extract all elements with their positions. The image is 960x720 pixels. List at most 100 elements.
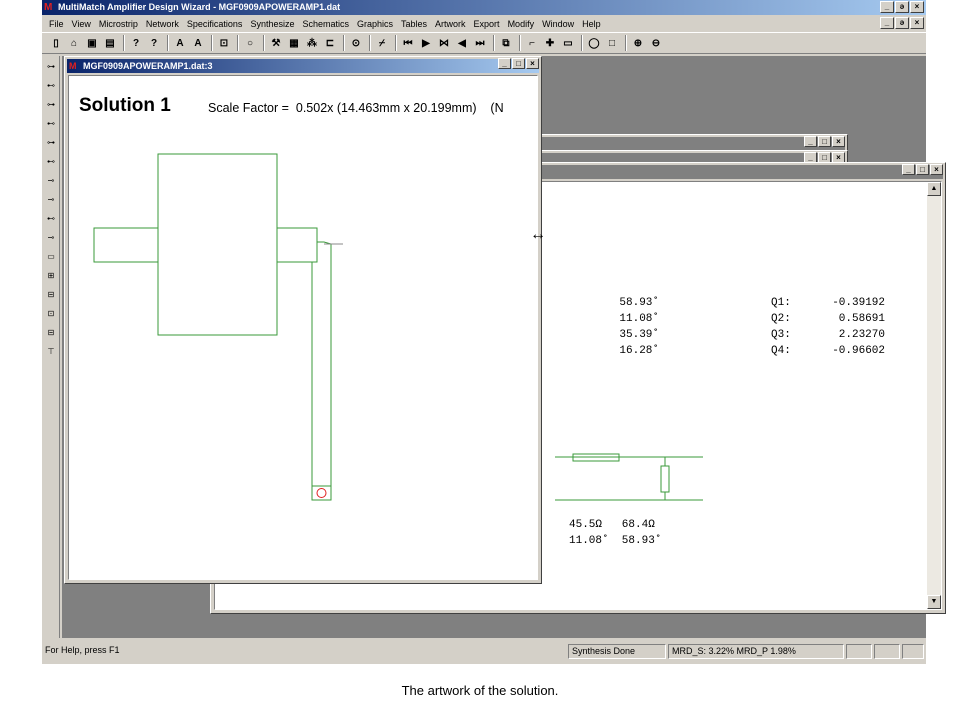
plus-icon[interactable]: ✚ — [542, 35, 558, 51]
bg1-close-button[interactable]: × — [832, 136, 845, 147]
grid-icon[interactable]: ▦ — [286, 35, 302, 51]
stub-c-icon[interactable]: ⊶ — [44, 97, 58, 111]
layout-icon[interactable]: ⊏ — [322, 35, 338, 51]
context-help-icon[interactable]: ? — [146, 35, 162, 51]
stub-b-icon[interactable]: ⊷ — [44, 78, 58, 92]
transistor-pad — [157, 153, 278, 336]
text-a-icon[interactable]: A — [172, 35, 188, 51]
mdi-client-area: _ □ × _ □ × _ □ × 58.93˚ 11.08˚ 35.39˚ 1… — [62, 56, 946, 638]
open-folder-icon[interactable]: ⌂ — [66, 35, 82, 51]
menu-microstrip[interactable]: Microstrip — [95, 19, 142, 29]
results-close-button[interactable]: × — [930, 164, 943, 175]
help-icon[interactable]: ? — [128, 35, 144, 51]
bg1-minimize-button[interactable]: _ — [804, 136, 817, 147]
menu-window[interactable]: Window — [538, 19, 578, 29]
menu-specifications[interactable]: Specifications — [183, 19, 247, 29]
box-dot-icon[interactable]: ⊡ — [44, 306, 58, 320]
menu-graphics[interactable]: Graphics — [353, 19, 397, 29]
stub-d-icon[interactable]: ⊷ — [44, 116, 58, 130]
box-b-icon[interactable]: ⊟ — [44, 325, 58, 339]
artwork-canvas: Solution 1 Scale Factor = 0.502x (14.463… — [68, 75, 538, 580]
menu-export[interactable]: Export — [470, 19, 504, 29]
status-panel-empty — [874, 643, 900, 659]
menu-network[interactable]: Network — [142, 19, 183, 29]
line-icon[interactable]: ⊸ — [44, 173, 58, 187]
app-restore-button[interactable]: ǝ — [895, 1, 909, 13]
tools-icon[interactable]: ⚒ — [268, 35, 284, 51]
fit-icon[interactable]: ⊡ — [216, 35, 232, 51]
circle-icon[interactable]: ○ — [242, 35, 258, 51]
bg1-maximize-button[interactable]: □ — [818, 136, 831, 147]
q-label: Q3: — [771, 329, 791, 341]
menu-view[interactable]: View — [68, 19, 95, 29]
results-vertical-scrollbar[interactable]: ▲ ▼ — [927, 182, 941, 609]
shunt-icon[interactable]: ⊸ — [44, 230, 58, 244]
tee-icon[interactable]: ⊸ — [44, 192, 58, 206]
first-icon[interactable]: ⏮ — [400, 35, 416, 51]
step-icon[interactable]: ⋈ — [436, 35, 452, 51]
menu-artwork[interactable]: Artwork — [431, 19, 470, 29]
menu-tables[interactable]: Tables — [397, 19, 431, 29]
probe-icon[interactable]: ⌿ — [374, 35, 390, 51]
output-line — [276, 227, 318, 263]
menu-synthesize[interactable]: Synthesize — [246, 19, 298, 29]
artwork-maximize-button[interactable]: □ — [512, 58, 525, 69]
artwork-window[interactable]: M MGF0909APOWERAMP1.dat:3 _ □ × Solution… — [64, 56, 542, 584]
artwork-minimize-button[interactable]: _ — [498, 58, 511, 69]
results-maximize-button[interactable]: □ — [916, 164, 929, 175]
save-icon[interactable]: ▣ — [84, 35, 100, 51]
text-a-small-icon[interactable]: A — [190, 35, 206, 51]
q-label: Q2: — [771, 313, 791, 325]
network-icon[interactable]: ⁂ — [304, 35, 320, 51]
ring-icon[interactable]: ◯ — [586, 35, 602, 51]
zoom-out-icon[interactable]: ⊖ — [648, 35, 664, 51]
box-plus-icon[interactable]: ⊞ — [44, 268, 58, 282]
copy-icon[interactable]: ⧉ — [498, 35, 514, 51]
menubar: File View Microstrip Network Specifications S… — [42, 15, 926, 32]
zoom-in-icon[interactable]: ⊕ — [630, 35, 646, 51]
app-titlebar[interactable]: M MultiMatch Amplifier Design Wizard - M… — [42, 0, 926, 15]
status-panel-empty — [846, 643, 872, 659]
q-value: -0.39192 — [832, 297, 885, 309]
last-icon[interactable]: ⏭ — [472, 35, 488, 51]
branch-icon[interactable]: ⌐ — [524, 35, 540, 51]
square-icon[interactable]: □ — [604, 35, 620, 51]
app-minimize-button[interactable]: _ — [880, 1, 894, 13]
scroll-up-button[interactable]: ▲ — [927, 182, 941, 196]
stub-e-icon[interactable]: ⊶ — [44, 135, 58, 149]
menu-modify[interactable]: Modify — [504, 19, 539, 29]
status-mrd: MRD_S: 3.22% MRD_P 1.98% — [668, 643, 844, 659]
artwork-close-button[interactable]: × — [526, 58, 539, 69]
angle-value: 16.28˚ — [619, 345, 659, 357]
schematic-fragment — [555, 453, 703, 501]
mdi-restore-button[interactable]: ǝ — [895, 17, 909, 29]
box-minus-icon[interactable]: ⊟ — [44, 287, 58, 301]
menu-schematics[interactable]: Schematics — [298, 19, 353, 29]
mdi-minimize-button[interactable]: _ — [880, 17, 894, 29]
scroll-down-button[interactable]: ▼ — [927, 595, 941, 609]
stub-a-icon[interactable]: ⊶ — [44, 59, 58, 73]
artwork-window-titlebar[interactable]: M MGF0909APOWERAMP1.dat:3 — [67, 59, 539, 73]
new-file-icon[interactable]: ▯ — [48, 35, 64, 51]
component-values-row: 11.08˚ 58.93˚ — [569, 535, 662, 547]
app-title: MultiMatch Amplifier Design Wizard - MGF… — [58, 2, 341, 12]
ground-icon[interactable]: ⊤ — [44, 344, 58, 358]
results-minimize-button[interactable]: _ — [902, 164, 915, 175]
background-window-1-titlebar[interactable] — [535, 137, 845, 151]
play-icon[interactable]: ▶ — [418, 35, 434, 51]
stub-f-icon[interactable]: ⊷ — [44, 154, 58, 168]
mdi-close-button[interactable]: × — [910, 17, 924, 29]
resistor-icon[interactable]: ▭ — [44, 249, 58, 263]
print-icon[interactable]: ▤ — [102, 35, 118, 51]
target-icon[interactable]: ⊙ — [348, 35, 364, 51]
stub-outline — [316, 228, 332, 486]
series-icon[interactable]: ⊷ — [44, 211, 58, 225]
app-close-button[interactable]: × — [910, 1, 924, 13]
menu-file[interactable]: File — [45, 19, 68, 29]
statusbar: For Help, press F1 Synthesis Done MRD_S:… — [42, 642, 926, 660]
menu-help[interactable]: Help — [578, 19, 605, 29]
list-icon[interactable]: ▭ — [560, 35, 576, 51]
prev-icon[interactable]: ◀ — [454, 35, 470, 51]
angle-value: 35.39˚ — [619, 329, 659, 341]
input-line — [93, 227, 159, 263]
